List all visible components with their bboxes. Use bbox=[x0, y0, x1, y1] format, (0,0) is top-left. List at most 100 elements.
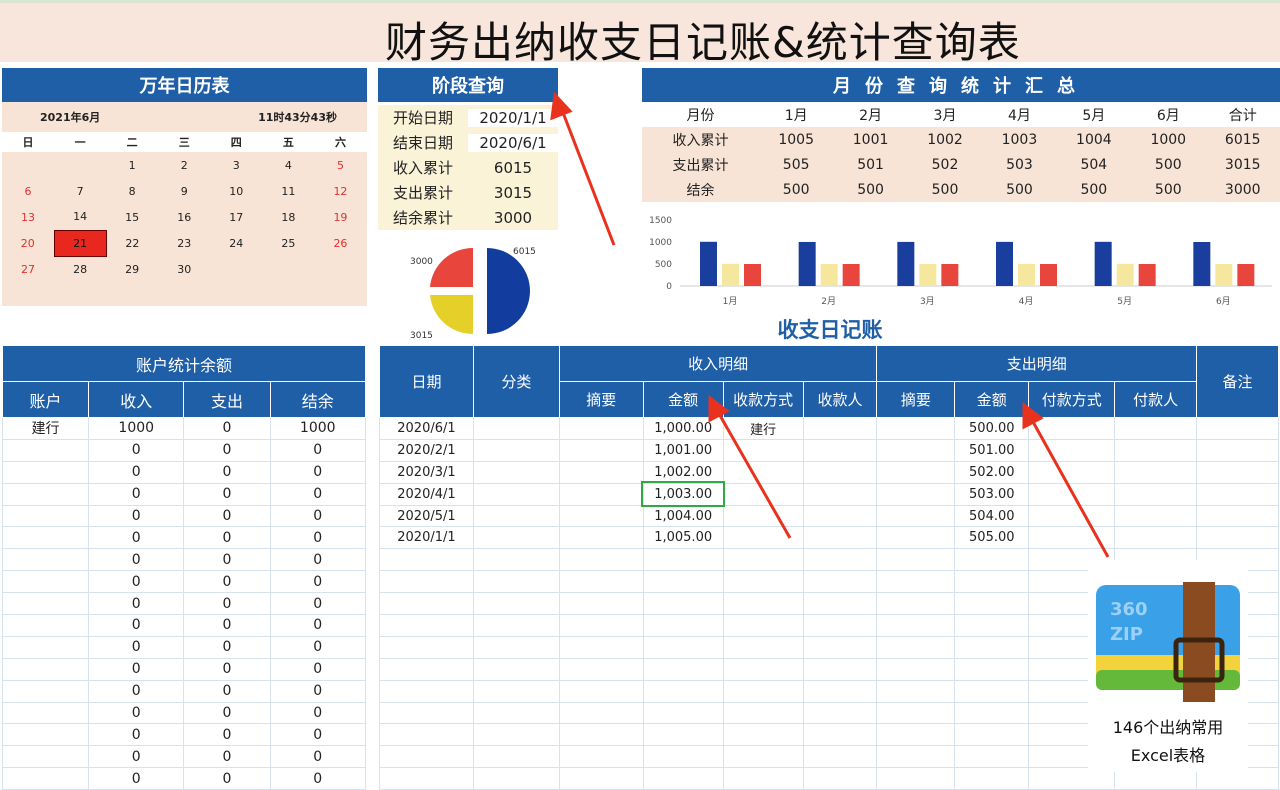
account-cell[interactable] bbox=[3, 615, 89, 637]
account-cell[interactable]: 0 bbox=[184, 724, 270, 746]
monthly-cell[interactable]: 500 bbox=[1057, 177, 1131, 202]
account-cell[interactable] bbox=[3, 680, 89, 702]
calendar-day[interactable]: 25 bbox=[262, 230, 314, 256]
account-cell[interactable]: 0 bbox=[184, 571, 270, 593]
journal-cell[interactable] bbox=[473, 636, 559, 658]
journal-cell[interactable] bbox=[803, 549, 877, 571]
journal-cell[interactable] bbox=[1197, 439, 1279, 461]
account-cell[interactable]: 0 bbox=[184, 768, 270, 790]
journal-cell[interactable] bbox=[1029, 505, 1115, 527]
monthly-cell[interactable]: 500 bbox=[833, 177, 907, 202]
journal-cell[interactable] bbox=[803, 746, 877, 768]
journal-expense-amount-cell[interactable] bbox=[955, 549, 1029, 571]
journal-income-method-cell[interactable] bbox=[723, 768, 803, 790]
journal-date-cell[interactable]: 2020/3/1 bbox=[380, 461, 474, 483]
account-cell[interactable]: 0 bbox=[89, 549, 184, 571]
account-cell[interactable]: 0 bbox=[184, 593, 270, 615]
journal-date-cell[interactable] bbox=[380, 593, 474, 615]
journal-date-cell[interactable]: 2020/1/1 bbox=[380, 527, 474, 549]
journal-expense-amount-cell[interactable] bbox=[955, 746, 1029, 768]
account-cell[interactable]: 0 bbox=[89, 483, 184, 505]
journal-cell[interactable] bbox=[1115, 461, 1197, 483]
journal-cell[interactable] bbox=[473, 483, 559, 505]
monthly-cell[interactable]: 503 bbox=[982, 152, 1056, 177]
journal-cell[interactable] bbox=[559, 636, 643, 658]
journal-cell[interactable] bbox=[877, 636, 955, 658]
calendar-day[interactable]: 28 bbox=[54, 256, 106, 282]
journal-income-method-cell[interactable] bbox=[723, 702, 803, 724]
account-cell[interactable] bbox=[3, 702, 89, 724]
journal-cell[interactable] bbox=[1115, 483, 1197, 505]
calendar-day[interactable] bbox=[314, 256, 366, 282]
account-cell[interactable]: 0 bbox=[270, 461, 366, 483]
calendar-day[interactable]: 1 bbox=[106, 152, 158, 178]
journal-expense-amount-cell[interactable] bbox=[955, 680, 1029, 702]
calendar-day[interactable] bbox=[54, 152, 106, 178]
calendar-day[interactable]: 8 bbox=[106, 178, 158, 204]
account-cell[interactable]: 0 bbox=[270, 680, 366, 702]
account-cell[interactable]: 0 bbox=[270, 527, 366, 549]
journal-cell[interactable] bbox=[1115, 418, 1197, 440]
account-cell[interactable]: 0 bbox=[184, 658, 270, 680]
monthly-cell[interactable]: 1004 bbox=[1057, 127, 1131, 152]
journal-cell[interactable] bbox=[559, 615, 643, 637]
account-cell[interactable]: 0 bbox=[89, 505, 184, 527]
calendar-day[interactable]: 9 bbox=[158, 178, 210, 204]
journal-cell[interactable] bbox=[877, 680, 955, 702]
journal-income-amount-cell[interactable]: 1,004.00 bbox=[643, 505, 723, 527]
account-cell[interactable]: 0 bbox=[270, 483, 366, 505]
journal-cell[interactable] bbox=[1115, 505, 1197, 527]
account-cell[interactable]: 0 bbox=[89, 615, 184, 637]
monthly-cell[interactable]: 1003 bbox=[982, 127, 1056, 152]
journal-cell[interactable] bbox=[877, 615, 955, 637]
journal-expense-amount-cell[interactable]: 503.00 bbox=[955, 483, 1029, 505]
calendar-day-today[interactable]: 21 bbox=[54, 230, 106, 256]
journal-cell[interactable] bbox=[803, 527, 877, 549]
journal-cell[interactable] bbox=[473, 593, 559, 615]
journal-expense-amount-cell[interactable] bbox=[955, 615, 1029, 637]
calendar-day[interactable] bbox=[210, 256, 262, 282]
journal-cell[interactable] bbox=[559, 439, 643, 461]
account-cell[interactable]: 0 bbox=[184, 702, 270, 724]
journal-cell[interactable] bbox=[803, 680, 877, 702]
account-cell[interactable] bbox=[3, 636, 89, 658]
account-cell[interactable]: 0 bbox=[270, 746, 366, 768]
calendar-day[interactable]: 22 bbox=[106, 230, 158, 256]
journal-cell[interactable] bbox=[877, 658, 955, 680]
journal-cell[interactable] bbox=[559, 593, 643, 615]
monthly-cell[interactable]: 500 bbox=[759, 177, 833, 202]
account-cell[interactable] bbox=[3, 483, 89, 505]
monthly-cell[interactable]: 结余 bbox=[642, 177, 759, 202]
calendar-day[interactable]: 4 bbox=[262, 152, 314, 178]
account-cell[interactable]: 0 bbox=[184, 615, 270, 637]
journal-income-method-cell[interactable] bbox=[723, 746, 803, 768]
journal-income-amount-cell[interactable]: 1,003.00 bbox=[643, 483, 723, 505]
journal-income-method-cell[interactable] bbox=[723, 724, 803, 746]
account-cell[interactable]: 0 bbox=[270, 593, 366, 615]
calendar-day[interactable]: 30 bbox=[158, 256, 210, 282]
journal-income-method-cell[interactable] bbox=[723, 680, 803, 702]
calendar-day[interactable]: 15 bbox=[106, 204, 158, 230]
journal-expense-amount-cell[interactable]: 502.00 bbox=[955, 461, 1029, 483]
calendar-day[interactable]: 23 bbox=[158, 230, 210, 256]
journal-date-cell[interactable] bbox=[380, 702, 474, 724]
calendar-day[interactable]: 6 bbox=[2, 178, 54, 204]
journal-date-cell[interactable]: 2020/6/1 bbox=[380, 418, 474, 440]
account-cell[interactable]: 0 bbox=[89, 746, 184, 768]
account-cell[interactable]: 0 bbox=[270, 768, 366, 790]
journal-income-method-cell[interactable] bbox=[723, 658, 803, 680]
account-cell[interactable] bbox=[3, 658, 89, 680]
journal-cell[interactable] bbox=[1029, 461, 1115, 483]
calendar-day[interactable]: 24 bbox=[210, 230, 262, 256]
account-cell[interactable]: 0 bbox=[184, 746, 270, 768]
calendar-day[interactable]: 20 bbox=[2, 230, 54, 256]
account-cell[interactable]: 0 bbox=[270, 702, 366, 724]
journal-income-method-cell[interactable] bbox=[723, 593, 803, 615]
journal-date-cell[interactable]: 2020/5/1 bbox=[380, 505, 474, 527]
account-cell[interactable]: 0 bbox=[89, 702, 184, 724]
journal-cell[interactable] bbox=[803, 418, 877, 440]
journal-expense-amount-cell[interactable] bbox=[955, 702, 1029, 724]
calendar-day[interactable]: 27 bbox=[2, 256, 54, 282]
account-cell[interactable]: 0 bbox=[184, 418, 270, 440]
journal-cell[interactable] bbox=[803, 658, 877, 680]
